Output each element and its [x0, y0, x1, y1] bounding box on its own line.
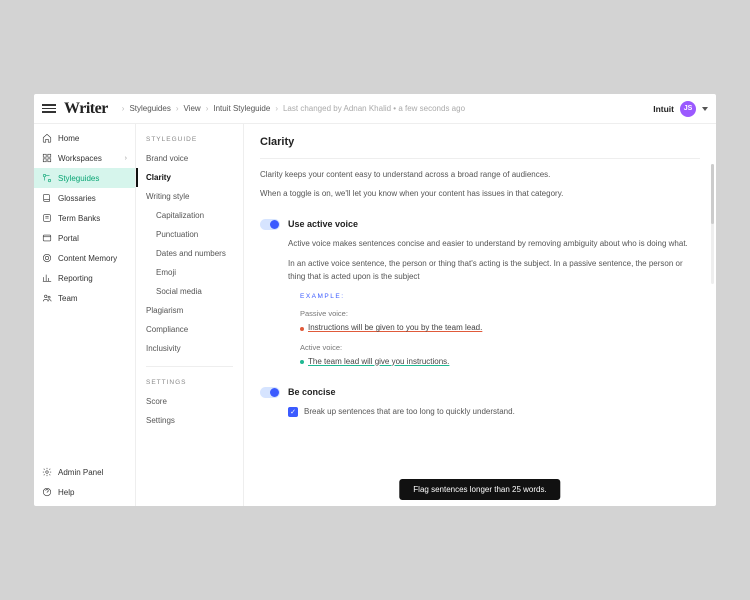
- subnav: STYLEGUIDE Brand voice Clarity Writing s…: [136, 124, 244, 506]
- toggle-active-voice[interactable]: [260, 219, 280, 230]
- sidebar-item-label: Term Banks: [58, 214, 100, 223]
- termbank-icon: [42, 213, 52, 223]
- subnav-item[interactable]: Social media: [136, 282, 243, 301]
- sidebar-item-label: Portal: [58, 234, 79, 243]
- tooltip: Flag sentences longer than 25 words.: [399, 479, 560, 500]
- portal-icon: [42, 233, 52, 243]
- logo[interactable]: Writer: [64, 100, 108, 118]
- passive-label: Passive voice:: [300, 308, 700, 320]
- sidebar-item-portal[interactable]: Portal: [34, 228, 135, 248]
- styleguide-icon: [42, 173, 52, 183]
- topbar: Writer › Styleguides › View › Intuit Sty…: [34, 94, 716, 124]
- sidebar-item-label: Styleguides: [58, 174, 99, 183]
- passive-example-text: Instructions will be given to you by the…: [308, 322, 482, 335]
- subnav-item[interactable]: Plagiarism: [136, 301, 243, 320]
- intro-text: When a toggle is on, we'll let you know …: [260, 188, 700, 201]
- team-icon: [42, 293, 52, 303]
- toggle-be-concise[interactable]: [260, 387, 280, 398]
- sidebar-item-adminpanel[interactable]: Admin Panel: [34, 462, 135, 482]
- breadcrumb: › Styleguides › View › Intuit Styleguide…: [122, 104, 465, 113]
- section-be-concise: Be concise ✓ Break up sentences that are…: [260, 387, 700, 419]
- memory-icon: [42, 253, 52, 263]
- app-body: Home Workspaces › Styleguides Glossaries: [34, 124, 716, 506]
- hamburger-menu-icon[interactable]: [42, 104, 56, 113]
- page-title: Clarity: [260, 136, 700, 148]
- main-pane: Clarity Clarity keeps your content easy …: [244, 124, 716, 506]
- sidebar-item-home[interactable]: Home: [34, 128, 135, 148]
- breadcrumb-item[interactable]: Styleguides: [129, 104, 170, 113]
- sidebar-item-label: Admin Panel: [58, 468, 103, 477]
- subnav-item[interactable]: Dates and numbers: [136, 244, 243, 263]
- chevron-right-icon: ›: [125, 155, 127, 162]
- dot-green-icon: [300, 360, 304, 364]
- gear-icon: [42, 467, 52, 477]
- checkbox-breakup-sentences[interactable]: ✓: [288, 407, 298, 417]
- avatar[interactable]: JS: [680, 101, 696, 117]
- active-example-text: The team lead will give you instructions…: [308, 356, 449, 369]
- subnav-item[interactable]: Inclusivity: [136, 339, 243, 358]
- sidebar-item-help[interactable]: Help: [34, 482, 135, 502]
- breadcrumb-item[interactable]: View: [184, 104, 201, 113]
- sidebar-item-label: Glossaries: [58, 194, 96, 203]
- sidebar-item-label: Help: [58, 488, 74, 497]
- sidebar-item-reporting[interactable]: Reporting: [34, 268, 135, 288]
- section-title: Be concise: [288, 387, 336, 397]
- subnav-item[interactable]: Punctuation: [136, 225, 243, 244]
- divider: [146, 366, 233, 367]
- intro-text: Clarity keeps your content easy to under…: [260, 169, 700, 182]
- example-label: EXAMPLE:: [300, 292, 700, 302]
- checkbox-label: Break up sentences that are too long to …: [304, 406, 515, 419]
- book-icon: [42, 193, 52, 203]
- subnav-item[interactable]: Capitalization: [136, 206, 243, 225]
- dot-red-icon: [300, 327, 304, 331]
- grid-icon: [42, 153, 52, 163]
- sidebar-item-label: Workspaces: [58, 154, 102, 163]
- subnav-item[interactable]: Compliance: [136, 320, 243, 339]
- app-window: Writer › Styleguides › View › Intuit Sty…: [34, 94, 716, 506]
- sidebar-item-styleguides[interactable]: Styleguides: [34, 168, 135, 188]
- subnav-item[interactable]: Emoji: [136, 263, 243, 282]
- divider: [260, 158, 700, 159]
- subnav-item[interactable]: Writing style: [136, 187, 243, 206]
- last-changed-text: Last changed by Adnan Khalid • a few sec…: [283, 104, 465, 113]
- subnav-item[interactable]: Score: [136, 392, 243, 411]
- subnav-item[interactable]: Clarity: [136, 168, 243, 187]
- sidebar-item-contentmemory[interactable]: Content Memory: [34, 248, 135, 268]
- home-icon: [42, 133, 52, 143]
- section-paragraph: Active voice makes sentences concise and…: [288, 238, 700, 251]
- sidebar-item-label: Reporting: [58, 274, 93, 283]
- help-icon: [42, 487, 52, 497]
- section-title: Use active voice: [288, 219, 358, 229]
- sidebar-item-workspaces[interactable]: Workspaces ›: [34, 148, 135, 168]
- section-active-voice: Use active voice Active voice makes sent…: [260, 219, 700, 369]
- subnav-item[interactable]: Brand voice: [136, 149, 243, 168]
- scrollbar[interactable]: [711, 164, 714, 284]
- chevron-down-icon[interactable]: [702, 107, 708, 111]
- sidebar-item-glossaries[interactable]: Glossaries: [34, 188, 135, 208]
- active-label: Active voice:: [300, 342, 700, 354]
- subnav-heading-settings: SETTINGS: [136, 375, 243, 392]
- subnav-heading-styleguide: STYLEGUIDE: [136, 132, 243, 149]
- breadcrumb-item[interactable]: Intuit Styleguide: [213, 104, 270, 113]
- sidebar: Home Workspaces › Styleguides Glossaries: [34, 124, 136, 506]
- org-name: Intuit: [653, 104, 674, 114]
- sidebar-item-team[interactable]: Team: [34, 288, 135, 308]
- sidebar-item-label: Content Memory: [58, 254, 117, 263]
- sidebar-item-termbanks[interactable]: Term Banks: [34, 208, 135, 228]
- section-paragraph: In an active voice sentence, the person …: [288, 258, 700, 284]
- chart-icon: [42, 273, 52, 283]
- sidebar-item-label: Home: [58, 134, 79, 143]
- sidebar-item-label: Team: [58, 294, 78, 303]
- subnav-item[interactable]: Settings: [136, 411, 243, 430]
